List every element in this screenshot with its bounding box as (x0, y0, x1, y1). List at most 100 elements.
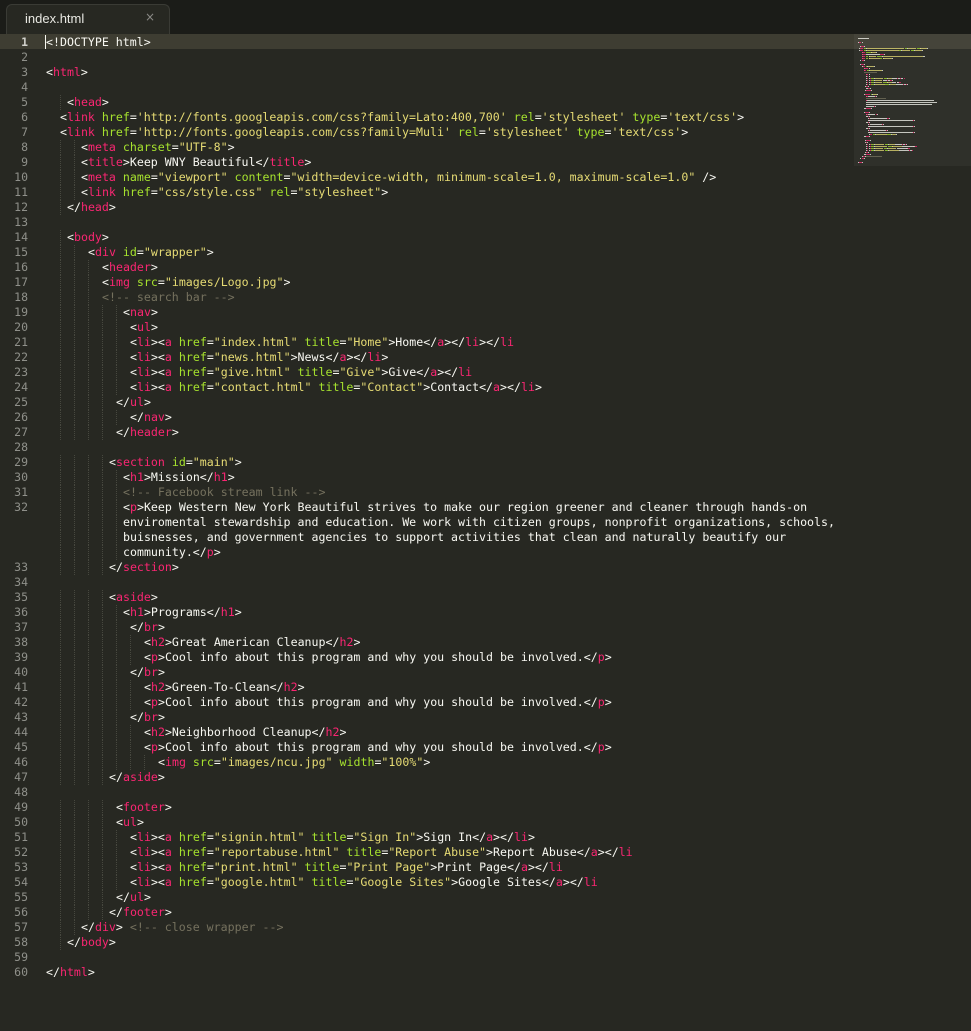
attribute-value: "index.html" (213, 335, 298, 349)
code-line[interactable]: <!-- Facebook stream link --> (123, 485, 325, 500)
code-line[interactable]: <li><a href="contact.html" title="Contac… (130, 380, 542, 395)
code-line[interactable]: <html> (46, 65, 88, 80)
minimap-segment (887, 130, 889, 131)
code-area[interactable]: <!DOCTYPE html> <html> <head> <link href='h… (46, 34, 846, 1031)
code-line[interactable]: <div id="wrapper"> (88, 245, 214, 260)
text: = (206, 860, 214, 874)
code-line[interactable]: <p>Cool info about this program and why … (144, 650, 612, 665)
minimap-segment (891, 80, 893, 81)
code-line[interactable]: <aside> (109, 590, 158, 605)
tag-name: head (80, 200, 109, 214)
code-line[interactable]: <h2>Green-To-Clean</h2> (144, 680, 305, 695)
code-line[interactable]: <link href="css/style.css" rel="styleshe… (81, 185, 388, 200)
minimap[interactable] (854, 34, 971, 174)
tag-name: li (136, 845, 151, 859)
code-line[interactable]: <ul> (116, 815, 144, 830)
code-line[interactable]: </section> (109, 560, 179, 575)
text: >Neighborhood Cleanup</ (164, 725, 326, 739)
text: < (81, 155, 88, 169)
code-line[interactable]: <meta name="viewport" content="width=dev… (81, 170, 716, 185)
text: > (101, 230, 109, 244)
code-line[interactable]: <li><a href="news.html">News</a></li> (130, 350, 388, 365)
code-line[interactable]: </nav> (130, 410, 172, 425)
attribute-value: "signin.html" (213, 830, 305, 844)
code-line[interactable]: <footer> (116, 800, 172, 815)
code-line[interactable]: <nav> (123, 305, 158, 320)
close-icon[interactable]: × (145, 10, 155, 24)
tag-name: p (597, 740, 605, 754)
code-line[interactable]: <h2>Great American Cleanup</h2> (144, 635, 360, 650)
code-line[interactable]: <li><a href="google.html" title="Google … (130, 875, 598, 890)
code-line[interactable]: <p>Cool info about this program and why … (144, 740, 612, 755)
line-number: 39 (14, 650, 28, 664)
minimap-segment (902, 50, 911, 51)
attribute-name: type (576, 125, 605, 139)
code-line[interactable]: <link href='http://fonts.googleapis.com/… (60, 110, 744, 125)
text: = (206, 350, 214, 364)
line-number: 8 (21, 140, 28, 154)
line-number: 34 (14, 575, 28, 589)
code-line[interactable]: </header> (116, 425, 179, 440)
code-line[interactable]: <link href='http://fonts.googleapis.com/… (60, 125, 688, 140)
attribute-value: "100%" (381, 755, 424, 769)
code-line[interactable]: </ul> (116, 395, 151, 410)
code-line[interactable]: </br> (130, 665, 165, 680)
code-line[interactable]: <h1>Mission</h1> (123, 470, 235, 485)
code-line[interactable]: <li><a href="print.html" title="Print Pa… (130, 860, 563, 875)
code-line[interactable]: </div> <!-- close wrapper --> (81, 920, 283, 935)
code-line[interactable]: </html> (46, 965, 95, 980)
attribute-value: "reportabuse.html" (213, 845, 340, 859)
code-line[interactable]: <li><a href="reportabuse.html" title="Re… (130, 845, 633, 860)
code-line[interactable]: <p>Cool info about this program and why … (144, 695, 612, 710)
text: > (381, 350, 389, 364)
text: > (157, 770, 165, 784)
code-line[interactable]: <title>Keep WNY Beautiful</title> (81, 155, 311, 170)
code-line[interactable]: <!-- search bar --> (102, 290, 235, 305)
code-line[interactable]: <section id="main"> (109, 455, 242, 470)
minimap-segment (876, 94, 878, 95)
tag-name: ul (122, 815, 137, 829)
code-line[interactable]: <!DOCTYPE html> (46, 35, 151, 50)
tab-index-html[interactable]: index.html × (6, 4, 170, 34)
tag-name: img (164, 755, 186, 769)
code-line[interactable]: <h1>Programs</h1> (123, 605, 242, 620)
code-line[interactable]: <header> (102, 260, 158, 275)
code-line[interactable]: <img src="images/ncu.jpg" width="100%"> (158, 755, 430, 770)
tag-name: a (555, 875, 563, 889)
line-number: 51 (14, 830, 28, 844)
code-line[interactable]: <meta charset="UTF-8"> (81, 140, 235, 155)
code-line[interactable]: </aside> (109, 770, 165, 785)
code-line[interactable]: <li><a href="index.html" title="Home">Ho… (130, 335, 514, 350)
code-line[interactable]: <li><a href="signin.html" title="Sign In… (130, 830, 535, 845)
code-line[interactable]: community.</p> (123, 545, 221, 560)
line-number: 16 (14, 260, 28, 274)
code-editor[interactable]: 1 2 3 4 5 6 7 8 9 10 11 12 13 14 15 16 17 18 19 20 21 22 23 24 2… (0, 34, 971, 1031)
code-line[interactable]: <head> (67, 95, 109, 110)
tag-name: a (164, 365, 172, 379)
line-number: 1 (21, 35, 28, 49)
code-line[interactable]: <img src="images/Logo.jpg"> (102, 275, 291, 290)
text: < (116, 800, 123, 814)
attribute-value: "Google Sites" (353, 875, 452, 889)
code-line[interactable]: </br> (130, 620, 165, 635)
code-line[interactable]: enviromental stewardship and education. … (123, 515, 835, 530)
text (116, 185, 123, 199)
attribute-name: title (311, 830, 347, 844)
code-line[interactable]: <body> (67, 230, 109, 245)
code-line[interactable]: buisnesses, and government agencies to s… (123, 530, 786, 545)
line-number: 57 (14, 920, 28, 934)
code-line[interactable]: <ul> (130, 320, 158, 335)
code-line[interactable]: </ul> (116, 890, 151, 905)
code-line[interactable]: </body> (67, 935, 116, 950)
minimap-segment (869, 132, 914, 133)
line-number: 46 (14, 755, 28, 769)
code-line[interactable]: <li><a href="give.html" title="Give">Giv… (130, 365, 472, 380)
code-line[interactable]: </footer> (109, 905, 172, 920)
code-line[interactable]: <h2>Neighborhood Cleanup</h2> (144, 725, 346, 740)
code-line[interactable]: </br> (130, 710, 165, 725)
tag-name: body (80, 935, 109, 949)
code-line[interactable]: </head> (67, 200, 116, 215)
minimap-segment (927, 48, 928, 49)
minimap-segment (869, 88, 871, 89)
code-line[interactable]: <p>Keep Western New York Beautiful striv… (123, 500, 807, 515)
